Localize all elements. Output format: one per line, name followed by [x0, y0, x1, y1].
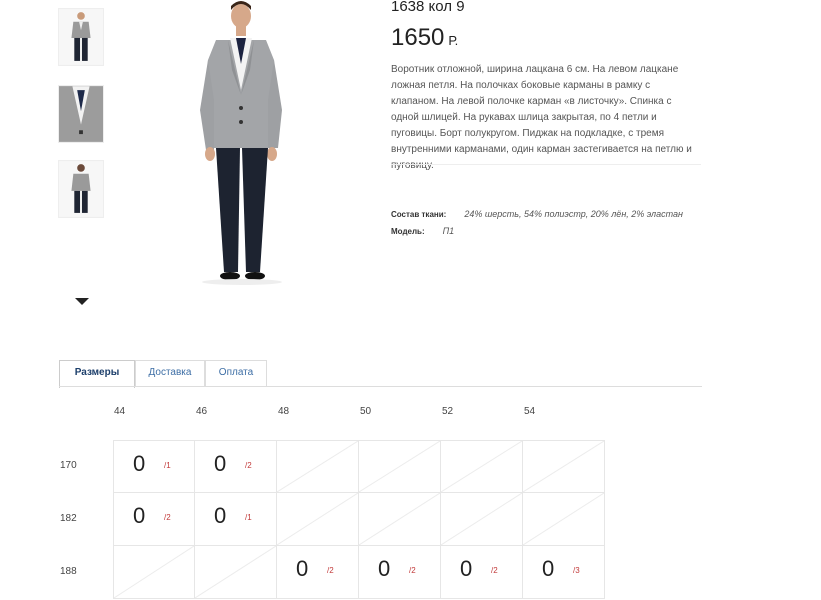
size-column-header: 54 [524, 406, 536, 417]
fabric-label: Состав ткани: [391, 210, 447, 219]
size-availability-grid: 0/1 0/2 0/2 0/1 0/2 0/2 0/2 0/3 [113, 440, 607, 600]
unavailable-diagonal-icon [114, 546, 194, 598]
size-cell-unavailable [195, 546, 277, 599]
tab-delivery[interactable]: Доставка [135, 360, 205, 386]
stock-count: 0 [296, 556, 309, 581]
product-description: Воротник отложной, ширина лацкана 6 см. … [391, 64, 692, 171]
size-cell-unavailable [359, 493, 441, 546]
stock-note: /2 [491, 566, 498, 575]
unavailable-diagonal-icon [277, 441, 358, 492]
size-cell[interactable]: 0/2 [359, 546, 441, 599]
size-cell[interactable]: 0/1 [113, 440, 195, 493]
stock-count: 0 [542, 556, 555, 581]
thumbnails-down-arrow-icon[interactable] [75, 298, 89, 305]
thumbnail-front[interactable] [58, 8, 104, 66]
fabric-value: 24% шерсть, 54% полиэстр, 20% лён, 2% эл… [464, 209, 683, 219]
stock-count: 0 [133, 503, 146, 528]
unavailable-diagonal-icon [523, 441, 604, 492]
model-label: Модель: [391, 227, 425, 236]
stock-count: 0 [214, 503, 227, 528]
stock-note: /2 [327, 566, 334, 575]
height-row-header: 182 [60, 513, 77, 524]
size-cell[interactable]: 0/3 [523, 546, 605, 599]
size-cell-unavailable [441, 493, 523, 546]
stock-note: /2 [245, 461, 252, 470]
size-column-header: 50 [360, 406, 372, 417]
unavailable-diagonal-icon [359, 493, 440, 545]
model-value: П1 [442, 226, 455, 236]
description-divider [391, 164, 701, 165]
product-main-image[interactable] [170, 0, 320, 290]
stock-note: /2 [164, 513, 171, 522]
stock-note: /3 [573, 566, 580, 575]
size-cell[interactable]: 0/2 [277, 546, 359, 599]
thumbnail-back[interactable] [58, 160, 104, 218]
size-cell[interactable]: 0/2 [441, 546, 523, 599]
stock-note: /1 [164, 461, 171, 470]
suit-front-photo-icon [59, 9, 103, 65]
size-column-header: 44 [114, 406, 126, 417]
product-title: 1638 кол 9 [391, 0, 465, 15]
size-cell-unavailable [277, 493, 359, 546]
tab-sizes[interactable]: Размеры [59, 360, 135, 388]
tabs-divider [59, 386, 702, 387]
thumbnail-detail[interactable] [58, 85, 104, 143]
size-cell-unavailable [441, 440, 523, 493]
size-column-header: 52 [442, 406, 454, 417]
unavailable-diagonal-icon [523, 493, 604, 545]
stock-count: 0 [378, 556, 391, 581]
stock-count: 0 [460, 556, 473, 581]
size-cell-unavailable [523, 440, 605, 493]
suit-detail-photo-icon [59, 86, 103, 142]
price-value: 1650 [391, 24, 445, 51]
unavailable-diagonal-icon [441, 493, 522, 545]
size-cell-unavailable [113, 546, 195, 599]
size-column-header: 46 [196, 406, 208, 417]
size-cell[interactable]: 0/1 [195, 493, 277, 546]
size-cell-unavailable [359, 440, 441, 493]
unavailable-diagonal-icon [195, 546, 276, 598]
suit-model-photo-icon [170, 0, 320, 290]
size-cell-unavailable [277, 440, 359, 493]
tab-payment[interactable]: Оплата [205, 360, 267, 386]
height-row-header: 170 [60, 460, 77, 471]
height-row-header: 188 [60, 566, 77, 577]
unavailable-diagonal-icon [441, 441, 522, 492]
stock-note: /1 [245, 513, 252, 522]
size-cell-unavailable [523, 493, 605, 546]
fabric-composition: Состав ткани: 24% шерсть, 54% полиэстр, 2… [391, 209, 683, 219]
size-column-header: 48 [278, 406, 290, 417]
stock-count: 0 [133, 451, 146, 476]
size-cell[interactable]: 0/2 [113, 493, 195, 546]
stock-count: 0 [214, 451, 227, 476]
product-price: 1650 Р. [391, 24, 458, 52]
unavailable-diagonal-icon [277, 493, 358, 545]
size-cell[interactable]: 0/2 [195, 440, 277, 493]
stock-note: /2 [409, 566, 416, 575]
unavailable-diagonal-icon [359, 441, 440, 492]
suit-back-photo-icon [59, 161, 103, 217]
model-info: Модель: П1 [391, 226, 454, 236]
price-currency: Р. [448, 33, 459, 48]
